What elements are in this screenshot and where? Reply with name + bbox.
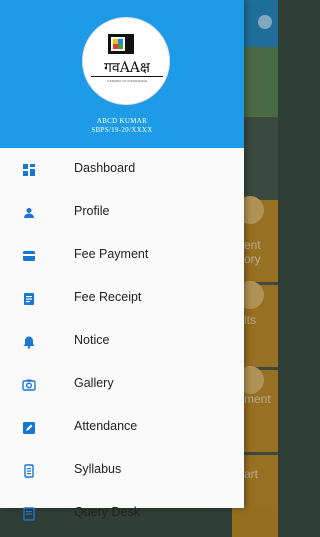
logo-emblem-icon bbox=[108, 34, 134, 54]
settings-icon bbox=[258, 15, 272, 29]
user-name: ABCD KUMAR bbox=[96, 117, 148, 125]
person-icon bbox=[22, 206, 36, 220]
dashboard-icon bbox=[22, 163, 36, 177]
school-logo: गवAAक्ष GATEWAY OF KNOWLEDGE bbox=[82, 17, 170, 105]
menu-item-syllabus[interactable]: Syllabus bbox=[0, 449, 244, 492]
drawer-menu: Dashboard Profile Fee Payment Fee Receip… bbox=[0, 148, 244, 535]
bell-icon bbox=[22, 335, 36, 349]
logo-text: गवAAक्ष bbox=[91, 60, 163, 77]
background-banner bbox=[244, 47, 278, 117]
logo-subtext: GATEWAY OF KNOWLEDGE bbox=[107, 79, 147, 83]
menu-item-label: Fee Receipt bbox=[74, 290, 142, 304]
navigation-drawer: गवAAक्ष GATEWAY OF KNOWLEDGE ABCD KUMAR … bbox=[0, 0, 244, 521]
menu-item-fee-payment[interactable]: Fee Payment bbox=[0, 234, 244, 277]
menu-item-gallery[interactable]: Gallery bbox=[0, 363, 244, 406]
menu-item-label: Gallery bbox=[74, 376, 114, 390]
menu-item-query-desk[interactable]: Query Desk bbox=[0, 492, 244, 535]
query-icon bbox=[22, 507, 36, 521]
user-id: SBPS/19-20/XXXX bbox=[91, 126, 153, 134]
menu-item-label: Notice bbox=[74, 333, 110, 347]
document-icon bbox=[22, 464, 36, 478]
edit-icon bbox=[22, 421, 36, 435]
menu-item-dashboard[interactable]: Dashboard bbox=[0, 148, 244, 191]
menu-item-label: Fee Payment bbox=[74, 247, 149, 261]
menu-item-notice[interactable]: Notice bbox=[0, 320, 244, 363]
menu-item-label: Profile bbox=[74, 204, 110, 218]
menu-item-attendance[interactable]: Attendance bbox=[0, 406, 244, 449]
menu-item-label: Query Desk bbox=[74, 505, 140, 519]
drawer-header: गवAAक्ष GATEWAY OF KNOWLEDGE ABCD KUMAR … bbox=[0, 0, 244, 148]
menu-item-label: Attendance bbox=[74, 419, 138, 433]
menu-item-label: Dashboard bbox=[74, 161, 136, 175]
credit-card-icon bbox=[22, 249, 36, 263]
camera-icon bbox=[22, 378, 36, 392]
menu-item-label: Syllabus bbox=[74, 462, 122, 476]
menu-item-profile[interactable]: Profile bbox=[0, 191, 244, 234]
menu-item-fee-receipt[interactable]: Fee Receipt bbox=[0, 277, 244, 320]
receipt-icon bbox=[22, 292, 36, 306]
